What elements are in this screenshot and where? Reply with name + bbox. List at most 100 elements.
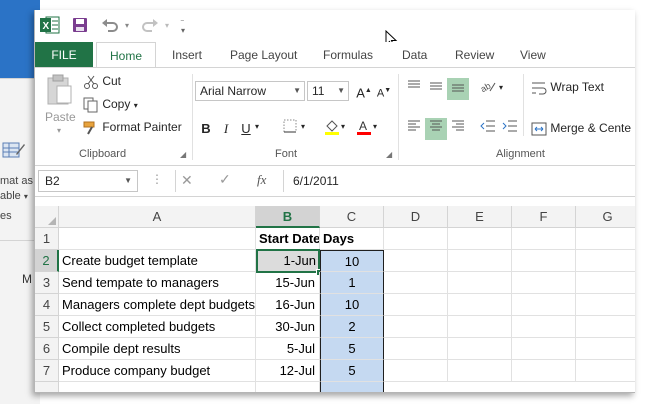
cell-a2[interactable]: Create budget template (59, 250, 256, 272)
borders-button[interactable] (279, 118, 301, 140)
tab-insert[interactable]: Insert (172, 42, 202, 68)
cell[interactable] (576, 294, 635, 316)
row-header[interactable]: 3 (35, 272, 59, 294)
cell[interactable] (512, 360, 576, 382)
row-header[interactable]: 5 (35, 316, 59, 338)
fill-color-button[interactable] (321, 118, 343, 140)
enter-check-icon[interactable]: ✓ (219, 171, 231, 188)
cell[interactable] (576, 272, 635, 294)
cell[interactable] (576, 338, 635, 360)
cell-a6[interactable]: Compile dept results (59, 338, 256, 360)
column-header-e[interactable]: E (448, 206, 512, 228)
cell[interactable] (384, 294, 448, 316)
row-header[interactable]: 6 (35, 338, 59, 360)
cell[interactable] (384, 338, 448, 360)
paste-dropdown-icon[interactable]: ▾ (57, 126, 61, 135)
select-all-button[interactable] (35, 206, 59, 228)
insert-function-icon[interactable]: fx (257, 172, 266, 188)
excel-icon[interactable]: X (40, 16, 60, 34)
cell[interactable] (576, 250, 635, 272)
tab-page-layout[interactable]: Page Layout (230, 42, 297, 68)
align-top-button[interactable] (403, 78, 425, 100)
cell-c2[interactable]: 10 (320, 250, 384, 272)
cell[interactable] (576, 228, 635, 250)
font-name-combo[interactable]: Arial Narrow ▼ (195, 81, 305, 101)
tab-home[interactable]: Home (96, 42, 156, 69)
cell[interactable] (320, 382, 384, 392)
orientation-dropdown-icon[interactable]: ▾ (499, 83, 503, 92)
undo-dropdown-icon[interactable]: ▾ (125, 21, 129, 30)
align-middle-button[interactable] (425, 78, 447, 100)
copy-button[interactable]: Copy ▾ (83, 97, 138, 113)
cell-b5[interactable]: 30-Jun (256, 316, 320, 338)
borders-dropdown-icon[interactable]: ▾ (301, 122, 305, 131)
cell[interactable] (384, 360, 448, 382)
tab-view[interactable]: View (520, 42, 546, 68)
cell[interactable] (384, 250, 448, 272)
cell-c3[interactable]: 1 (320, 272, 384, 294)
paste-label[interactable]: Paste (45, 110, 76, 124)
cell-c4[interactable]: 10 (320, 294, 384, 316)
cell-a1[interactable] (59, 228, 256, 250)
cell[interactable] (59, 382, 256, 392)
cell[interactable] (448, 272, 512, 294)
cell-a7[interactable]: Produce company budget (59, 360, 256, 382)
row-header[interactable] (35, 382, 59, 392)
align-right-button[interactable] (447, 118, 469, 140)
cell-c7[interactable]: 5 (320, 360, 384, 382)
cell-a5[interactable]: Collect completed budgets (59, 316, 256, 338)
cell[interactable] (448, 228, 512, 250)
wrap-text-button[interactable]: Wrap Text (531, 80, 604, 96)
shrink-font-icon[interactable]: A▼ (373, 80, 395, 102)
font-color-button[interactable]: A (353, 118, 375, 140)
paste-icon[interactable] (45, 74, 75, 106)
cell-c1[interactable]: Days (320, 228, 384, 250)
cell[interactable] (384, 272, 448, 294)
tab-data[interactable]: Data (402, 42, 427, 68)
cell-b2[interactable]: 1-Jun (256, 250, 320, 272)
align-center-button[interactable] (425, 118, 447, 140)
increase-indent-button[interactable] (499, 118, 521, 140)
cell-b1[interactable]: Start Date (256, 228, 320, 250)
column-header-a[interactable]: A (59, 206, 256, 228)
row-header[interactable]: 2 (35, 250, 59, 272)
cell[interactable] (448, 360, 512, 382)
column-header-c[interactable]: C (320, 206, 384, 228)
undo-icon[interactable] (101, 17, 119, 33)
cancel-icon[interactable]: ✕ (181, 172, 193, 189)
fill-color-dropdown-icon[interactable]: ▾ (341, 122, 345, 131)
column-header-f[interactable]: F (512, 206, 576, 228)
merge-center-button[interactable]: Merge & Cente (531, 121, 631, 137)
align-left-button[interactable] (403, 118, 425, 140)
customize-qat-icon[interactable]: ‾ ▾ (181, 21, 185, 35)
decrease-indent-button[interactable] (477, 118, 499, 140)
save-icon[interactable] (72, 17, 88, 33)
cell[interactable] (576, 316, 635, 338)
format-painter-button[interactable]: Format Painter (83, 120, 182, 136)
orientation-button[interactable]: ab (477, 78, 499, 100)
column-header-d[interactable]: D (384, 206, 448, 228)
cell-c5[interactable]: 2 (320, 316, 384, 338)
redo-dropdown-icon[interactable]: ▾ (165, 21, 169, 30)
formula-bar-grip-icon[interactable]: ⋮ (151, 172, 163, 186)
tab-formulas[interactable]: Formulas (323, 42, 373, 68)
underline-dropdown-icon[interactable]: ▾ (255, 122, 259, 131)
cell-a4[interactable]: Managers complete dept budgets (59, 294, 256, 316)
cell-b7[interactable]: 12-Jul (256, 360, 320, 382)
row-header[interactable]: 4 (35, 294, 59, 316)
tab-file[interactable]: FILE (35, 42, 93, 68)
row-header[interactable]: 7 (35, 360, 59, 382)
underline-button[interactable]: U (235, 118, 257, 140)
row-header[interactable]: 1 (35, 228, 59, 250)
column-header-g[interactable]: G (576, 206, 635, 228)
cell[interactable] (256, 382, 320, 392)
cell[interactable] (512, 338, 576, 360)
align-bottom-button[interactable] (447, 78, 469, 100)
cut-button[interactable]: Cut (83, 74, 121, 90)
cell-b4[interactable]: 16-Jun (256, 294, 320, 316)
cell[interactable] (512, 228, 576, 250)
cell[interactable] (448, 250, 512, 272)
cell[interactable] (384, 228, 448, 250)
cell[interactable] (512, 272, 576, 294)
cell[interactable] (384, 316, 448, 338)
